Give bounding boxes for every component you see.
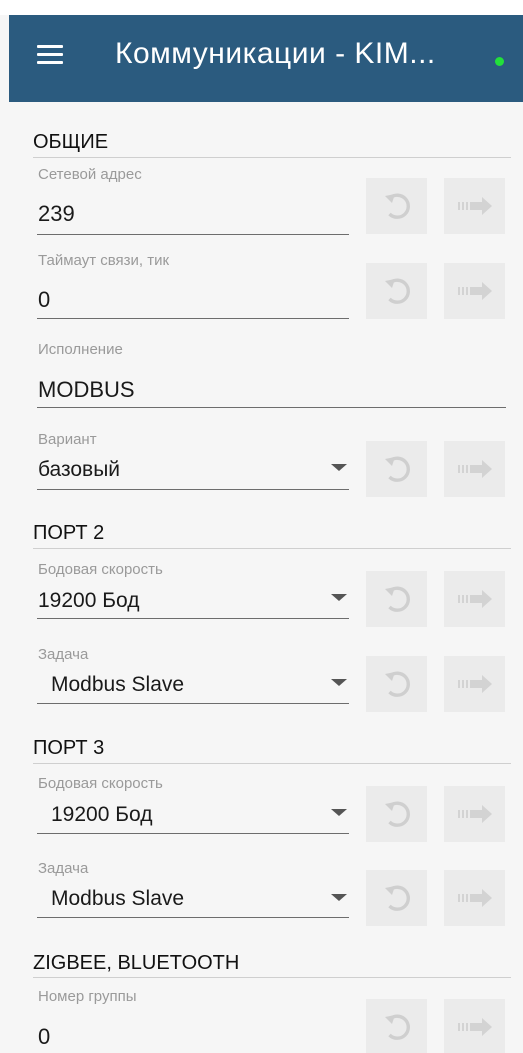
variant-underline: [37, 489, 349, 490]
timeout-field[interactable]: 0: [38, 287, 50, 313]
timeout-label: Таймаут связи, тик: [38, 252, 170, 269]
group-number-field[interactable]: 0: [38, 1024, 50, 1050]
page-title: Коммуникации - KIM...: [115, 37, 436, 70]
execution-underline: [37, 407, 506, 408]
port2-task-underline: [37, 703, 349, 704]
execution-value: MODBUS: [38, 377, 135, 402]
undo-icon: [384, 278, 410, 304]
port2-task-label: Задача: [38, 646, 89, 663]
port3-task-select[interactable]: Modbus Slave: [51, 887, 184, 911]
apply-port3-task-button[interactable]: [444, 870, 505, 926]
section-title-port3: ПОРТ 3: [33, 737, 105, 759]
apply-port2-baud-button[interactable]: [444, 571, 505, 627]
chevron-down-icon[interactable]: [331, 594, 347, 601]
port3-baud-underline: [37, 833, 349, 834]
chevron-down-icon[interactable]: [331, 894, 347, 901]
apply-port3-baud-button[interactable]: [444, 786, 505, 842]
port3-baud-select[interactable]: 19200 Бод: [51, 803, 152, 827]
app-bar: Коммуникации - KIM...: [9, 15, 523, 102]
connection-status-dot: [495, 57, 504, 66]
undo-icon: [384, 586, 410, 612]
chevron-down-icon[interactable]: [331, 809, 347, 816]
arrow-right-icon: [457, 197, 492, 215]
apply-timeout-button[interactable]: [444, 263, 505, 319]
variant-label: Вариант: [38, 431, 97, 448]
network-address-field[interactable]: 239: [38, 201, 75, 227]
undo-icon: [384, 671, 410, 697]
undo-icon: [384, 193, 410, 219]
apply-variant-button[interactable]: [444, 441, 505, 497]
execution-label: Исполнение: [38, 341, 123, 358]
reset-port3-task-button[interactable]: [366, 870, 427, 926]
chevron-down-icon[interactable]: [331, 464, 347, 471]
menu-icon[interactable]: [37, 45, 63, 65]
reset-port3-baud-button[interactable]: [366, 786, 427, 842]
reset-variant-button[interactable]: [366, 441, 427, 497]
arrow-right-icon: [457, 675, 492, 693]
network-address-underline: [37, 234, 349, 235]
network-address-label: Сетевой адрес: [38, 166, 142, 183]
chevron-down-icon[interactable]: [331, 679, 347, 686]
reset-port2-task-button[interactable]: [366, 656, 427, 712]
port2-baud-select[interactable]: 19200 Бод: [38, 589, 139, 613]
arrow-right-icon: [457, 889, 492, 907]
undo-icon: [384, 456, 410, 482]
reset-network-address-button[interactable]: [366, 178, 427, 234]
arrow-right-icon: [457, 460, 492, 478]
port3-task-label: Задача: [38, 860, 89, 877]
section-title-zigbee: ZIGBEE, BLUETOOTH: [33, 952, 240, 974]
section-divider: [33, 977, 511, 978]
variant-select[interactable]: базовый: [38, 458, 120, 482]
port2-baud-label: Бодовая скорость: [38, 561, 163, 578]
reset-timeout-button[interactable]: [366, 263, 427, 319]
undo-icon: [384, 1014, 410, 1040]
section-divider: [33, 157, 511, 158]
arrow-right-icon: [457, 282, 492, 300]
group-number-label: Номер группы: [38, 988, 137, 1005]
apply-network-address-button[interactable]: [444, 178, 505, 234]
apply-group-number-button[interactable]: [444, 999, 505, 1053]
undo-icon: [384, 885, 410, 911]
reset-group-number-button[interactable]: [366, 999, 427, 1053]
reset-port2-baud-button[interactable]: [366, 571, 427, 627]
section-divider: [33, 763, 511, 764]
undo-icon: [384, 801, 410, 827]
arrow-right-icon: [457, 1018, 492, 1036]
timeout-underline: [37, 318, 349, 319]
apply-port2-task-button[interactable]: [444, 656, 505, 712]
port3-task-underline: [37, 917, 349, 918]
section-divider: [33, 548, 511, 549]
status-strip: [0, 0, 523, 15]
port2-baud-underline: [37, 618, 349, 619]
arrow-right-icon: [457, 590, 492, 608]
section-title-general: ОБЩИЕ: [33, 131, 109, 153]
section-title-port2: ПОРТ 2: [33, 522, 105, 544]
port2-task-select[interactable]: Modbus Slave: [51, 673, 184, 697]
screen: Коммуникации - KIM... ОБЩИЕ Сетевой адре…: [0, 0, 523, 1053]
port3-baud-label: Бодовая скорость: [38, 775, 163, 792]
arrow-right-icon: [457, 805, 492, 823]
